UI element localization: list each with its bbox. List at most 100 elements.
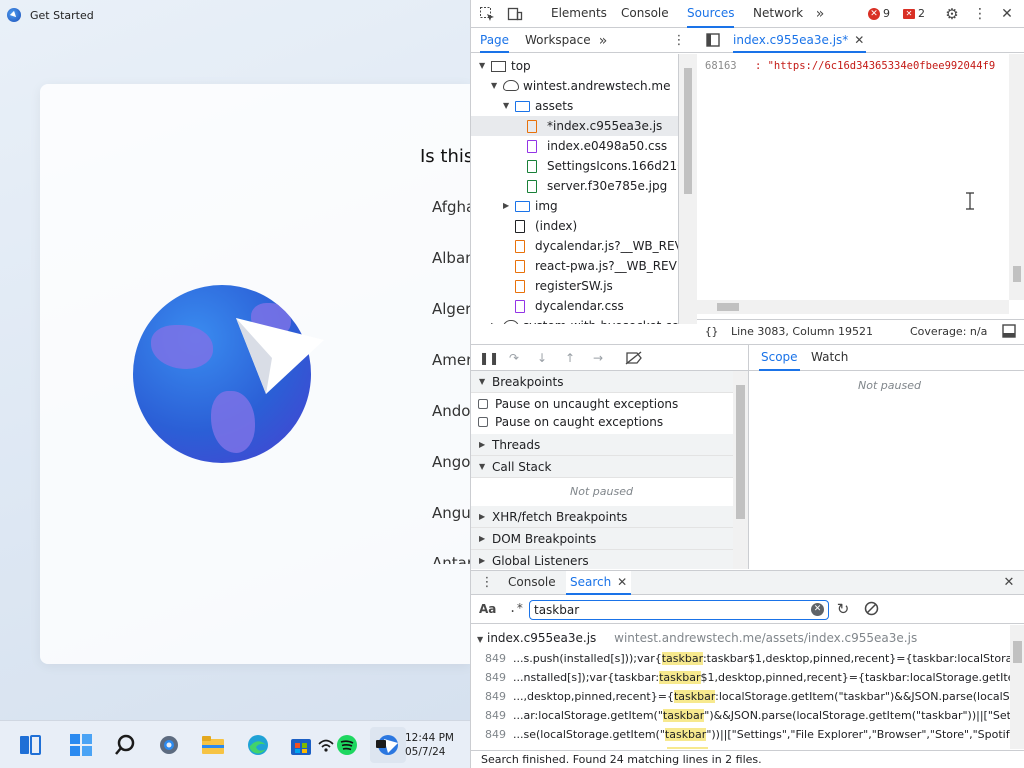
close-drawer-icon[interactable]: ✕	[1001, 575, 1017, 591]
step-into-icon[interactable]: ↓	[535, 351, 549, 365]
tree-item[interactable]: ▶ img	[471, 196, 678, 216]
breakpoints-section[interactable]: ▼ Breakpoints	[471, 371, 733, 393]
app-icon[interactable]	[370, 727, 406, 763]
start-icon[interactable]	[69, 733, 93, 757]
match-case-button[interactable]: Aa	[479, 602, 496, 616]
tab-sources[interactable]: Sources	[687, 0, 735, 28]
country-option[interactable]: Antar	[432, 554, 470, 564]
refresh-icon[interactable]: ↻	[835, 601, 851, 617]
step-out-icon[interactable]: ↑	[563, 351, 577, 365]
regex-button[interactable]: .*	[509, 601, 523, 615]
country-option[interactable]: Amer	[432, 351, 470, 369]
more-tabs-icon[interactable]: »	[812, 6, 828, 22]
clear-results-icon[interactable]	[863, 601, 879, 617]
country-option[interactable]: Ando	[432, 402, 470, 420]
inspect-element-icon[interactable]	[479, 6, 495, 22]
tree-item[interactable]: react-pwa.js?__WB_REVISIO	[471, 256, 678, 276]
tree-item[interactable]: ▼ assets	[471, 96, 678, 116]
country-option[interactable]: Alban	[432, 249, 470, 267]
tree-item[interactable]: index.e0498a50.css	[471, 136, 678, 156]
tree-item[interactable]: ▼ top	[471, 56, 678, 76]
close-icon[interactable]: ✕	[999, 6, 1015, 22]
tree-item[interactable]: (index)	[471, 216, 678, 236]
tree-item[interactable]: SettingsIcons.166d2107.v	[471, 156, 678, 176]
global-listeners-section[interactable]: ▶ Global Listeners	[471, 550, 733, 569]
wifi-icon[interactable]	[318, 733, 334, 757]
results-scrollbar[interactable]	[1010, 625, 1024, 749]
issues-badge[interactable]: ✕ 2	[903, 7, 925, 21]
drawer-tab-console[interactable]: Console	[508, 571, 556, 595]
clear-search-icon[interactable]: ✕	[811, 603, 824, 616]
editor-h-scrollbar[interactable]	[697, 300, 1009, 314]
tab-scope[interactable]: Scope	[759, 345, 800, 371]
search-result-line[interactable]: 849 ...,desktop,pinned,recent}={taskbar:l…	[471, 687, 1011, 706]
close-tab-icon[interactable]: ✕	[617, 571, 627, 594]
gear-icon[interactable]: ⚙	[944, 6, 960, 22]
widgets-icon[interactable]	[18, 733, 42, 757]
step-over-icon[interactable]: ↷	[507, 351, 521, 365]
country-option[interactable]: Angu	[432, 504, 470, 522]
navigator-menu-icon[interactable]: ⋮	[671, 33, 687, 49]
spotify-icon[interactable]	[335, 733, 359, 757]
search-result-line[interactable]: 849 ...s.push(installed[s]));var{taskbar:…	[471, 649, 1011, 668]
device-toolbar-icon[interactable]	[507, 6, 523, 22]
settings-icon[interactable]	[157, 733, 181, 757]
store-icon[interactable]	[289, 733, 313, 757]
threads-section[interactable]: ▶ Threads	[471, 434, 733, 456]
errors-badge[interactable]: ✕ 9	[868, 7, 890, 21]
code-editor[interactable]: 68163 : "https://6c16d34365334e0fbee9920…	[697, 54, 1024, 300]
search-icon[interactable]	[114, 733, 138, 757]
collapsed-triangle-icon[interactable]: ▶	[491, 316, 501, 324]
tree-item[interactable]: *index.c955ea3e.js	[471, 116, 678, 136]
expanded-triangle-icon[interactable]: ▼	[491, 76, 501, 96]
expanded-triangle-icon[interactable]: ▼	[479, 56, 489, 76]
pause-icon[interactable]: ❚❚	[479, 351, 499, 365]
country-option[interactable]: Alger	[432, 300, 470, 318]
tree-item[interactable]: ▼ wintest.andrewstech.me	[471, 76, 678, 96]
clock[interactable]: 12:44 PM 05/7/24	[405, 731, 454, 759]
tab-workspace[interactable]: Workspace	[525, 29, 591, 53]
navigator-scroll-thumb[interactable]	[684, 68, 692, 194]
toggle-navigator-icon[interactable]	[705, 33, 721, 49]
deactivate-breakpoints-icon[interactable]	[625, 351, 642, 365]
pause-uncaught-checkbox[interactable]	[478, 399, 488, 409]
tree-item[interactable]: dycalendar.js?__WB_REVISIO	[471, 236, 678, 256]
search-result-line[interactable]: 849 ...ar:localStorage.getItem("taskbar")…	[471, 706, 1011, 725]
editor-v-scrollbar[interactable]	[1009, 54, 1024, 300]
call-stack-section[interactable]: ▼ Call Stack	[471, 456, 733, 478]
editor-file-tab[interactable]: index.c955ea3e.js* ✕	[733, 29, 867, 53]
toggle-debugger-icon[interactable]	[1001, 324, 1017, 340]
tab-network[interactable]: Network	[753, 0, 803, 28]
tree-item[interactable]: registerSW.js	[471, 276, 678, 296]
tab-elements[interactable]: Elements	[551, 0, 607, 28]
drawer-tab-search[interactable]: Search ✕	[566, 571, 632, 595]
xhr-breakpoints-section[interactable]: ▶ XHR/fetch Breakpoints	[471, 506, 733, 528]
country-option[interactable]: Ango	[432, 453, 470, 471]
search-result-line[interactable]: 849 ...taskApps=apps.filter(s=>taskbar$1.…	[471, 744, 1011, 749]
debugger-scrollbar[interactable]	[733, 371, 748, 569]
editor-v-scroll-thumb[interactable]	[1013, 266, 1021, 282]
result-file-header[interactable]: ▼ index.c955ea3e.js wintest.andrewstech.…	[477, 631, 917, 645]
country-option[interactable]: Afgha	[432, 198, 470, 216]
tab-console[interactable]: Console	[621, 0, 669, 28]
pretty-print-icon[interactable]: {}	[705, 320, 718, 343]
collapsed-triangle-icon[interactable]: ▶	[503, 196, 513, 216]
kebab-menu-icon[interactable]: ⋮	[972, 6, 988, 22]
dom-breakpoints-section[interactable]: ▶ DOM Breakpoints	[471, 528, 733, 550]
search-result-line[interactable]: 849 ...se(localStorage.getItem("taskbar")…	[471, 725, 1011, 744]
tab-watch[interactable]: Watch	[811, 345, 848, 371]
debugger-scroll-thumb[interactable]	[736, 385, 745, 519]
tree-item[interactable]: server.f30e785e.jpg	[471, 176, 678, 196]
search-input[interactable]: taskbar	[529, 600, 829, 620]
close-tab-icon[interactable]: ✕	[854, 29, 864, 52]
drawer-menu-icon[interactable]: ⋮	[479, 575, 495, 591]
pause-caught-checkbox[interactable]	[478, 417, 488, 427]
expanded-triangle-icon[interactable]: ▼	[503, 96, 513, 116]
navigator-scrollbar[interactable]	[679, 54, 697, 324]
tree-item[interactable]: ▶ system-with-byosocket.co	[471, 316, 678, 324]
edge-icon[interactable]	[246, 733, 270, 757]
tab-page[interactable]: Page	[480, 29, 510, 53]
pause-caught-row[interactable]: Pause on caught exceptions	[471, 413, 733, 431]
results-scroll-thumb[interactable]	[1013, 641, 1022, 663]
step-icon[interactable]: →	[591, 351, 605, 365]
